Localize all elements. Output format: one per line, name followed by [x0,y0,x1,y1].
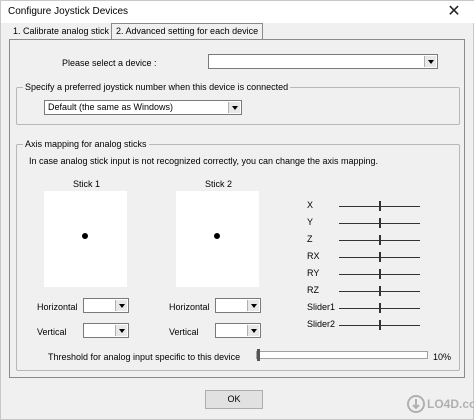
axis-thumb-slider1[interactable] [378,303,381,313]
stick2-vertical-select[interactable] [215,323,261,338]
axis-thumb-x[interactable] [378,201,381,211]
axis-thumb-rz[interactable] [378,286,381,296]
threshold-slider[interactable] [256,349,428,361]
chevron-down-icon[interactable] [115,325,127,336]
axis-label-rz: RZ [307,285,319,295]
axis-thumb-z[interactable] [378,235,381,245]
axis-mapping-description: In case analog stick input is not recogn… [29,156,379,166]
stick2-horizontal-label: Horizontal [169,302,210,312]
close-icon: ✕ [447,3,461,20]
axis-thumb-slider2[interactable] [378,320,381,330]
stick2-pad [176,191,259,287]
axis-label-y: Y [307,217,314,227]
stick2-position-dot [214,233,220,239]
ok-button[interactable]: OK [205,390,263,409]
axis-mapping-group: Axis mapping for analog sticks In case a… [16,139,460,371]
axis-thumb-y[interactable] [378,218,381,228]
tab-panel-advanced: Please select a device : Specify a prefe… [9,39,465,378]
axis-label-x: X [307,200,314,210]
joystick-number-group-title: Specify a preferred joystick number when… [23,82,291,92]
watermark-icon [407,395,425,413]
axis-label-ry: RY [307,268,320,278]
device-select-label: Please select a device : [62,58,157,68]
watermark-text: LO4D.com [427,397,474,411]
stick1-vertical-label: Vertical [37,327,67,337]
axis-label-rx: RX [307,251,320,261]
close-button[interactable]: ✕ [433,1,474,23]
stick1-horizontal-select[interactable] [83,298,129,313]
joystick-number-select[interactable]: Default (the same as Windows) [44,100,242,115]
threshold-label: Threshold for analog input specific to t… [48,352,241,362]
dialog-window: Configure Joystick Devices ✕ 1. Calibrat… [0,0,474,420]
axis-label-slider1: Slider1 [307,302,336,312]
axis-thumb-rx[interactable] [378,252,381,262]
stick2-title: Stick 2 [205,179,233,189]
stick1-vertical-select[interactable] [83,323,129,338]
window-title: Configure Joystick Devices [8,6,129,17]
chevron-down-icon[interactable] [247,300,259,311]
stick1-position-dot [82,233,88,239]
axis-label-slider2: Slider2 [307,319,336,329]
axis-label-z: Z [307,234,313,244]
joystick-number-group: Specify a preferred joystick number when… [16,82,460,125]
title-bar: Configure Joystick Devices ✕ [1,1,474,23]
chevron-down-icon[interactable] [247,325,259,336]
stick1-pad [44,191,127,287]
chevron-down-icon[interactable] [424,56,436,67]
axis-thumb-ry[interactable] [378,269,381,279]
stick2-vertical-label: Vertical [169,327,199,337]
axis-mapping-group-title: Axis mapping for analog sticks [23,139,149,149]
stick2-horizontal-select[interactable] [215,298,261,313]
stick1-horizontal-label: Horizontal [37,302,78,312]
threshold-slider-thumb[interactable] [257,349,260,361]
device-select[interactable] [208,54,438,69]
tab-calibrate[interactable]: 1. Calibrate analog stick [9,25,113,40]
watermark-logo: LO4D.com [407,393,474,415]
stick1-title: Stick 1 [73,179,101,189]
chevron-down-icon[interactable] [115,300,127,311]
joystick-number-value: Default (the same as Windows) [48,102,174,112]
tab-advanced-setting[interactable]: 2. Advanced setting for each device [111,23,263,40]
chevron-down-icon[interactable] [228,102,240,113]
threshold-percent: 10% [433,352,452,362]
